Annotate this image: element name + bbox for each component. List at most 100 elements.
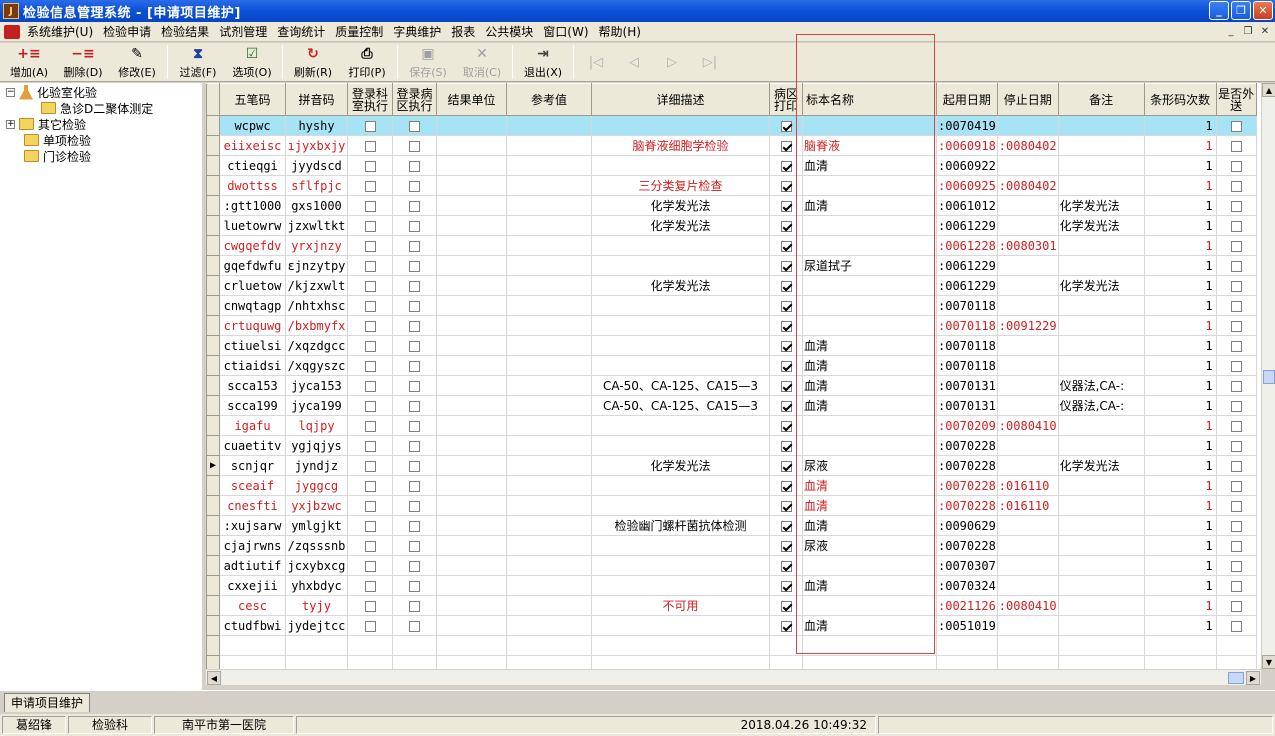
cell-stop-date[interactable] bbox=[996, 335, 1059, 356]
row-indicator[interactable] bbox=[206, 275, 220, 296]
cell-unit[interactable] bbox=[436, 595, 507, 616]
cell-reference[interactable] bbox=[506, 395, 592, 416]
checkbox[interactable] bbox=[1230, 300, 1242, 312]
cell-login-dept[interactable] bbox=[347, 615, 393, 636]
row-indicator[interactable] bbox=[206, 435, 220, 456]
cell-stop-date[interactable] bbox=[996, 195, 1059, 216]
table-row[interactable]: wcpwc hyshy:0070419 1 bbox=[206, 115, 1257, 136]
cell-barcode-count[interactable]: 1 bbox=[1143, 355, 1217, 376]
cell-specimen[interactable]: 血清 bbox=[802, 195, 937, 216]
cell-description[interactable] bbox=[591, 475, 770, 496]
cell-wubi[interactable]: adtiutif bbox=[219, 555, 286, 576]
checkbox[interactable] bbox=[364, 500, 376, 512]
cell-ward-print[interactable] bbox=[769, 435, 803, 456]
checkbox[interactable] bbox=[409, 460, 420, 472]
checkbox[interactable] bbox=[1230, 220, 1242, 232]
cell-login-dept[interactable] bbox=[347, 295, 393, 316]
cell-note[interactable] bbox=[1057, 335, 1145, 356]
cell-wubi[interactable]: crtuquwg bbox=[219, 315, 286, 336]
table-row[interactable]: :gtt1000 gxs1000 化学发光法 血清:0061012 化学发光法 1 bbox=[206, 195, 1257, 216]
cell-description[interactable] bbox=[591, 535, 770, 556]
cell-note[interactable] bbox=[1057, 175, 1145, 196]
cell-note[interactable]: 化学发光法 bbox=[1057, 215, 1145, 236]
checkbox[interactable] bbox=[780, 180, 792, 192]
cell-login-ward[interactable] bbox=[392, 495, 437, 516]
checkbox[interactable] bbox=[1230, 520, 1242, 532]
hscroll-thumb[interactable] bbox=[1228, 672, 1244, 684]
menu-dictionary[interactable]: 字典维护 bbox=[388, 23, 446, 40]
cell-start-date[interactable]: :0070228 bbox=[936, 455, 998, 476]
cell-note[interactable]: 化学发光法 bbox=[1057, 275, 1145, 296]
cell-ward-print[interactable] bbox=[769, 475, 803, 496]
cell-login-ward[interactable] bbox=[392, 515, 437, 536]
checkbox[interactable] bbox=[409, 140, 420, 152]
checkbox[interactable] bbox=[780, 380, 792, 392]
checkbox[interactable] bbox=[364, 260, 376, 272]
cell-barcode-count[interactable]: 1 bbox=[1143, 575, 1217, 596]
table-row[interactable]: ▶ scnjqr jyndjz 化学发光法 尿液:0070228 化学发光法 1 bbox=[206, 455, 1257, 476]
cell-reference[interactable] bbox=[506, 275, 592, 296]
table-row[interactable]: ctiaidsi/xqgyszc 血清:0070118 1 bbox=[206, 355, 1257, 376]
tree-item-outpatient[interactable]: 门诊检验 bbox=[24, 148, 91, 164]
cell-unit[interactable] bbox=[436, 175, 507, 196]
cell-note[interactable] bbox=[1057, 315, 1145, 336]
cell-ward-print[interactable] bbox=[769, 615, 803, 636]
row-indicator[interactable] bbox=[206, 375, 220, 396]
cell-start-date[interactable]: :0021126 bbox=[936, 595, 998, 616]
checkbox[interactable] bbox=[1230, 260, 1242, 272]
menu-query[interactable]: 查询统计 bbox=[272, 23, 330, 40]
last-record-icon[interactable]: ▷| bbox=[691, 43, 729, 81]
checkbox[interactable] bbox=[1230, 460, 1242, 472]
checkbox[interactable] bbox=[1230, 120, 1242, 132]
cell-note[interactable] bbox=[1057, 135, 1145, 156]
cell-pinyin[interactable]: jyca199 bbox=[285, 395, 348, 416]
checkbox[interactable] bbox=[409, 220, 420, 232]
cell-barcode-count[interactable]: 1 bbox=[1143, 395, 1217, 416]
cell-note[interactable] bbox=[1057, 235, 1145, 256]
cell-note[interactable]: 化学发光法 bbox=[1057, 195, 1145, 216]
cell-reference[interactable] bbox=[506, 375, 592, 396]
cell-start-date[interactable]: :0070228 bbox=[936, 475, 998, 496]
row-indicator[interactable] bbox=[206, 535, 220, 556]
cell-description[interactable] bbox=[591, 355, 770, 376]
checkbox[interactable] bbox=[780, 520, 792, 532]
cell-login-dept[interactable] bbox=[347, 575, 393, 596]
cell-description[interactable] bbox=[591, 335, 770, 356]
cell-login-dept[interactable] bbox=[347, 155, 393, 176]
cell-login-ward[interactable] bbox=[392, 395, 437, 416]
row-indicator[interactable] bbox=[206, 235, 220, 256]
cell-external[interactable] bbox=[1215, 375, 1257, 396]
checkbox[interactable] bbox=[780, 120, 792, 132]
cell-external[interactable] bbox=[1215, 555, 1257, 576]
cell-wubi[interactable]: sceaif bbox=[219, 475, 286, 496]
table-row[interactable]: sceaif jyggcg 血清:0070228:016110 1 bbox=[206, 475, 1257, 496]
cell-login-ward[interactable] bbox=[392, 275, 437, 296]
cell-wubi[interactable]: gqefdwfu bbox=[219, 255, 286, 276]
cell-external[interactable] bbox=[1215, 235, 1257, 256]
cell-specimen[interactable] bbox=[802, 315, 937, 336]
col-unit[interactable]: 结果单位 bbox=[436, 83, 507, 116]
cell-pinyin[interactable]: /xqzdgcc bbox=[285, 335, 348, 356]
checkbox[interactable] bbox=[1230, 440, 1242, 452]
cell-unit[interactable] bbox=[436, 515, 507, 536]
checkbox[interactable] bbox=[409, 400, 420, 412]
checkbox[interactable] bbox=[409, 480, 420, 492]
cell-unit[interactable] bbox=[436, 295, 507, 316]
cell-unit[interactable] bbox=[436, 235, 507, 256]
cell-login-dept[interactable] bbox=[347, 175, 393, 196]
cell-external[interactable] bbox=[1215, 435, 1257, 456]
checkbox[interactable] bbox=[364, 480, 376, 492]
cell-unit[interactable] bbox=[436, 615, 507, 636]
cell-login-ward[interactable] bbox=[392, 255, 437, 276]
cell-unit[interactable] bbox=[436, 275, 507, 296]
cell-description[interactable] bbox=[591, 415, 770, 436]
exit-button[interactable]: ⇥ 退出(X) bbox=[516, 43, 570, 81]
checkbox[interactable] bbox=[1230, 280, 1242, 292]
cell-barcode-count[interactable]: 1 bbox=[1143, 175, 1217, 196]
cell-ward-print[interactable] bbox=[769, 115, 803, 136]
cell-login-ward[interactable] bbox=[392, 355, 437, 376]
cell-description[interactable] bbox=[591, 295, 770, 316]
col-start-date[interactable]: 起用日期 bbox=[936, 83, 998, 116]
cell-login-dept[interactable] bbox=[347, 455, 393, 476]
cell-external[interactable] bbox=[1215, 115, 1257, 136]
